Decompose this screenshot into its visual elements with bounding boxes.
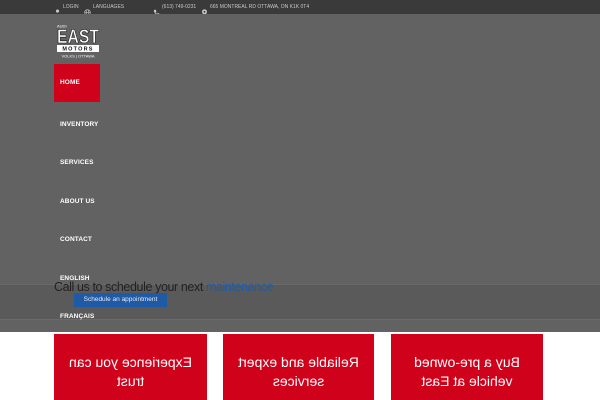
globe-icon xyxy=(84,3,91,16)
nav-home[interactable]: HOME xyxy=(54,64,100,102)
logo-main-text: EAST xyxy=(57,27,99,48)
card-services-label: Reliable and expert services xyxy=(238,354,359,389)
card-experience[interactable]: Experience you can trust xyxy=(54,334,207,400)
east-motors-logo[interactable]: AUDI EAST MOTORS VOLKS | OTTAWA xyxy=(56,23,100,61)
nav-contact[interactable]: CONTACT xyxy=(54,221,100,259)
nav-services[interactable]: SERVICES xyxy=(54,144,100,182)
card-pre-owned[interactable]: Buy a pre-owned vehicle at East xyxy=(391,334,543,400)
phone-number[interactable]: (613) 749-0231 xyxy=(162,0,196,14)
logo-band-text: MOTORS xyxy=(62,47,93,53)
card-services[interactable]: Reliable and expert services xyxy=(223,334,374,400)
schedule-appointment-button[interactable]: Schedule an appointment xyxy=(74,293,167,307)
logo-bottom-text: VOLKS | OTTAWA xyxy=(61,54,94,59)
schedule-headline: Call us to schedule your next maintenanc… xyxy=(54,280,274,294)
languages-link[interactable]: LANGUAGES xyxy=(93,0,124,14)
card-pre-owned-label: Buy a pre-owned vehicle at East xyxy=(414,354,520,389)
schedule-highlight: maintenance xyxy=(205,280,274,294)
nav-inventory[interactable]: INVENTORY xyxy=(54,106,100,144)
login-link[interactable]: LOGIN xyxy=(63,0,79,14)
nav-about-us[interactable]: ABOUT US xyxy=(54,183,100,221)
user-icon xyxy=(54,3,61,16)
card-experience-label: Experience you can trust xyxy=(69,354,192,389)
schedule-text: Call us to schedule your next xyxy=(54,280,203,294)
map-pin-icon xyxy=(201,3,208,16)
address[interactable]: 665 MONTREAL RD OTTAWA, ON K1K 0T4 xyxy=(210,0,309,14)
top-bar: LOGIN LANGUAGES (613) 749-0231 665 MONTR… xyxy=(0,0,600,16)
phone-icon xyxy=(153,3,160,16)
